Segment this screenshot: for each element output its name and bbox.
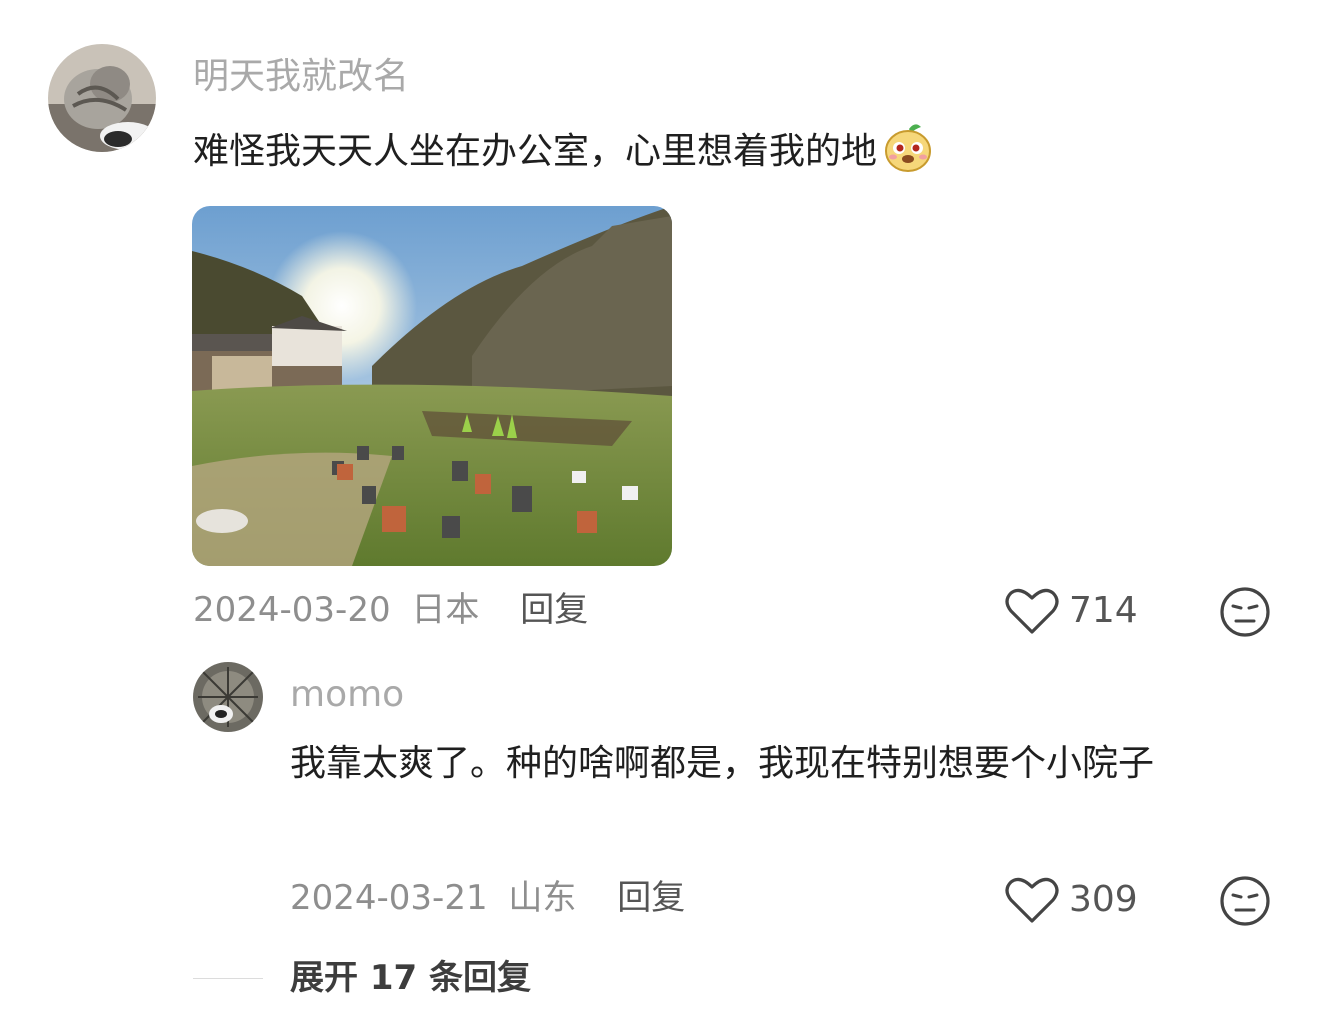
expand-divider	[193, 978, 263, 979]
reply-location: 山东	[508, 878, 577, 918]
comment-photo[interactable]	[192, 206, 672, 566]
comment-text: 难怪我天天人坐在办公室，心里想着我的地	[193, 121, 933, 185]
comment-location: 日本	[411, 590, 480, 630]
reply-meta: 2024-03-21 山东 回复	[290, 876, 685, 920]
comment-body: 难怪我天天人坐在办公室，心里想着我的地	[193, 131, 878, 172]
reply-avatar[interactable]	[193, 662, 263, 732]
heart-icon[interactable]	[1005, 586, 1059, 640]
comment-reply-button[interactable]: 回复	[520, 590, 588, 630]
comment-avatar[interactable]	[48, 44, 156, 152]
comment-like-button[interactable]: 714	[1005, 586, 1165, 636]
smug-mascot-emoji-icon	[883, 121, 933, 185]
unamused-face-icon[interactable]	[1219, 875, 1271, 931]
comment-date: 2024-03-20	[193, 590, 391, 630]
heart-icon[interactable]	[1005, 875, 1059, 929]
unamused-face-icon[interactable]	[1219, 586, 1271, 642]
reply-like-count: 309	[1069, 879, 1138, 920]
reply-like-button[interactable]: 309	[1005, 875, 1165, 925]
comment-like-count: 714	[1069, 590, 1138, 631]
reply-date: 2024-03-21	[290, 878, 488, 918]
reply-text: 我靠太爽了。种的啥啊都是，我现在特别想要个小院子	[290, 743, 1155, 784]
expand-replies-button[interactable]: 展开 17 条回复	[290, 956, 531, 1000]
comment-meta: 2024-03-20 日本 回复	[193, 588, 588, 632]
comment-username[interactable]: 明天我就改名	[193, 55, 409, 99]
reply-username[interactable]: momo	[290, 673, 404, 717]
reply-reply-button[interactable]: 回复	[617, 878, 685, 918]
